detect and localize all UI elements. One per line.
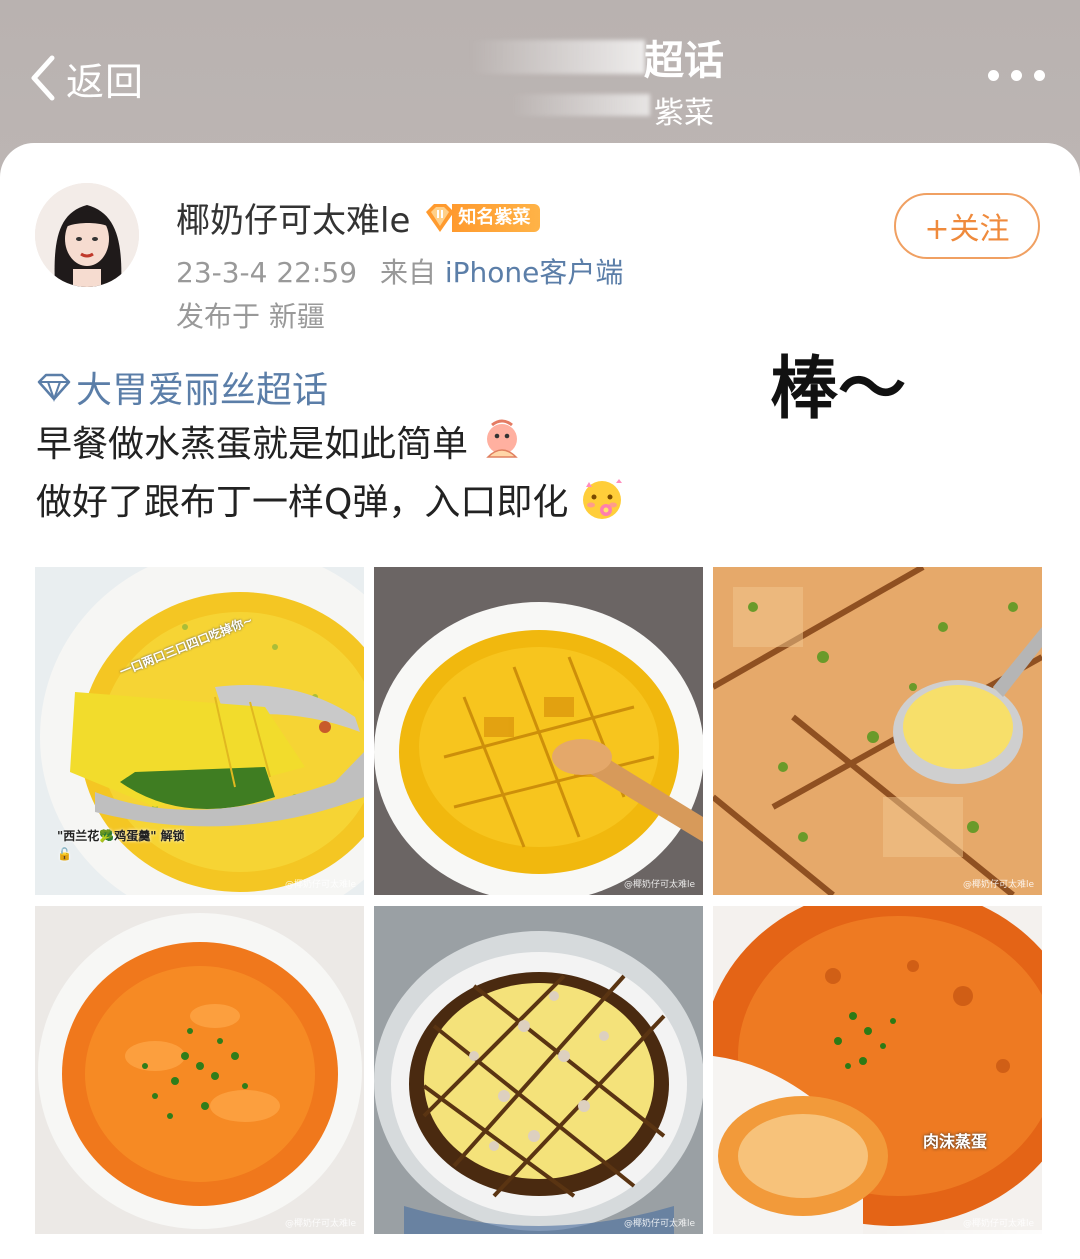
follow-button[interactable]: +关注 xyxy=(894,193,1040,259)
post-text-line-1: 早餐做水蒸蛋就是如此简单 xyxy=(36,415,526,467)
chevron-left-icon xyxy=(31,55,55,101)
photo-watermark: @椰奶仔可太难le xyxy=(623,880,695,890)
post-meta: 23-3-4 22:59 来自 iPhone客户端 xyxy=(176,251,623,291)
food-photo-5[interactable]: @椰奶仔可太难le xyxy=(374,906,703,1234)
food-photo-1[interactable]: 一口两口三口四口吃掉你~ "西兰花🥦鸡蛋羹" 解锁🔓 @椰奶仔可太难le xyxy=(35,567,364,895)
username[interactable]: 椰奶仔可太难le xyxy=(176,193,410,242)
from-prefix: 来自 xyxy=(379,256,436,289)
food-photo-3[interactable]: @椰奶仔可太难le xyxy=(713,567,1042,895)
light-streak xyxy=(510,94,650,116)
topic-link[interactable]: 大胃爱丽丝超话 xyxy=(36,361,328,413)
photo-caption-bottom: "西兰花🥦鸡蛋羹" 解锁🔓 xyxy=(57,829,185,861)
badge-label: 知名紫菜 xyxy=(452,203,541,232)
post-time: 23-3-4 22:59 xyxy=(176,256,358,289)
fan-badge[interactable]: 知名紫菜 xyxy=(422,200,541,236)
food-photo-6[interactable]: 肉沫蒸蛋 @椰奶仔可太难le xyxy=(713,906,1042,1234)
post-location: 发布于 新疆 xyxy=(176,300,325,333)
light-streak xyxy=(470,40,645,74)
back-label: 返回 xyxy=(66,59,145,104)
post-text: 做好了跟布丁一样Q弹，入口即化 xyxy=(36,482,569,523)
back-button[interactable]: 返回 xyxy=(28,50,144,106)
more-options-icon[interactable] xyxy=(988,70,1045,81)
nav-title: 超话 xyxy=(644,38,724,84)
shrimp-fan-emoji-icon xyxy=(486,419,518,458)
post-source[interactable]: iPhone客户端 xyxy=(445,256,624,289)
avatar[interactable] xyxy=(35,183,139,287)
photo-watermark: @椰奶仔可太难le xyxy=(962,1219,1034,1229)
photo-watermark: @椰奶仔可太难le xyxy=(284,1219,356,1229)
top-nav-bar: 返回 超话 紫菜 xyxy=(0,0,1080,150)
smiling-flower-emoji-icon xyxy=(583,479,623,519)
topic-label: 大胃爱丽丝超话 xyxy=(76,370,329,411)
post-text: 早餐做水蒸蛋就是如此简单 xyxy=(36,424,469,465)
username-row: 椰奶仔可太难le 知名紫菜 xyxy=(176,193,541,242)
bottom-fade xyxy=(880,1230,1080,1259)
photo-watermark: @椰奶仔可太难le xyxy=(623,1219,695,1229)
photo-watermark: @椰奶仔可太难le xyxy=(962,880,1034,890)
handwritten-annotation: 棒～ xyxy=(770,350,907,429)
diamond-topic-icon xyxy=(37,373,71,402)
photo-watermark: @椰奶仔可太难le xyxy=(284,880,356,890)
photo-caption: 肉沫蒸蛋 xyxy=(923,1132,988,1151)
post-text-line-2: 做好了跟布丁一样Q弹，入口即化 xyxy=(36,473,626,525)
nav-subtitle: 紫菜 xyxy=(654,96,714,131)
food-photo-4[interactable]: @椰奶仔可太难le xyxy=(35,906,364,1234)
food-photo-2[interactable]: @椰奶仔可太难le xyxy=(374,567,703,895)
